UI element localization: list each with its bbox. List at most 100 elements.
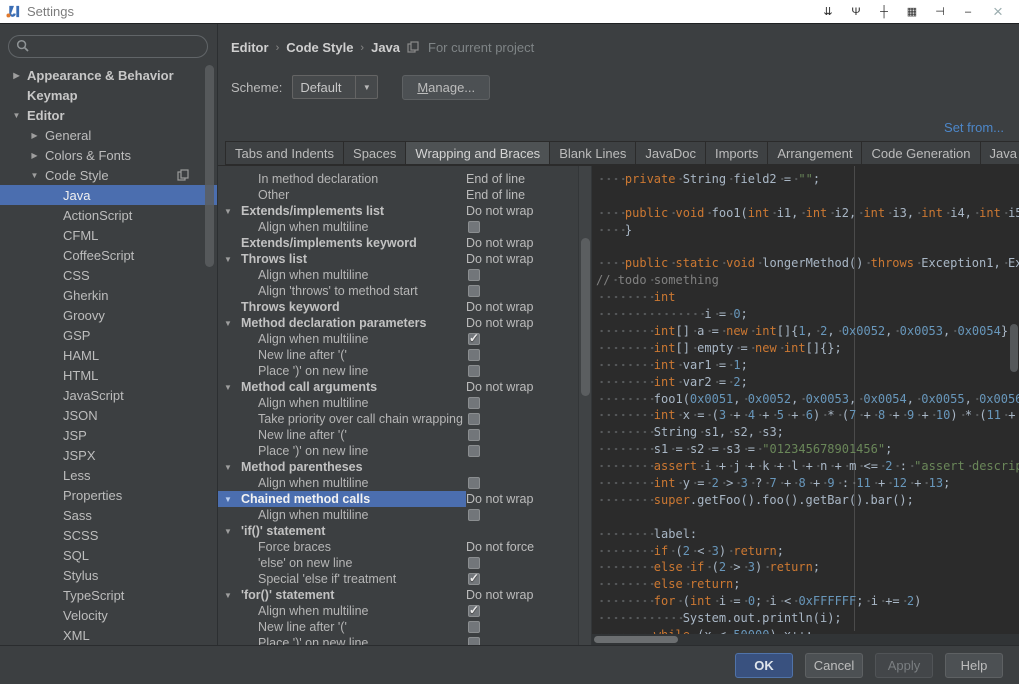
checkbox-unchecked[interactable]: ✓ <box>468 349 480 361</box>
checkbox-unchecked[interactable]: ✓ <box>468 621 480 633</box>
tree-expanded-icon[interactable]: ▼ <box>224 527 232 536</box>
sidebar-item-stylus[interactable]: Stylus <box>0 565 217 585</box>
settings-row-value[interactable]: Do not wrap <box>466 236 533 250</box>
tab-java-ee-names[interactable]: Java EE Names <box>979 141 1019 165</box>
settings-row-align-when-multiline[interactable]: Align when multiline ✓ <box>218 219 578 235</box>
help-button[interactable]: Help <box>945 652 1003 678</box>
sidebar-item-properties[interactable]: Properties <box>0 485 217 505</box>
settings-row-align-throws-to-method-start[interactable]: Align 'throws' to method start ✓ <box>218 283 578 299</box>
checkbox-checked[interactable]: ✓ <box>468 331 480 345</box>
sidebar-item-gherkin[interactable]: Gherkin <box>0 285 217 305</box>
breadcrumb-code-style[interactable]: Code Style <box>286 40 353 55</box>
scheme-dropdown[interactable]: Default ▼ <box>292 75 379 99</box>
pin-icon[interactable]: ⊣ <box>927 3 953 21</box>
settings-row-chained-method-calls[interactable]: ▼ Chained method calls Do not wrap <box>218 491 578 507</box>
settings-row-align-when-multiline[interactable]: Align when multiline ✓ <box>218 267 578 283</box>
settings-row-method-parentheses[interactable]: ▼ Method parentheses <box>218 459 578 475</box>
sidebar-item-scss[interactable]: SCSS <box>0 525 217 545</box>
copy-settings-icon[interactable] <box>177 169 189 184</box>
sidebar-item-sql[interactable]: SQL <box>0 545 217 565</box>
tree-expanded-icon[interactable]: ▼ <box>224 495 232 504</box>
sidebar-scrollbar[interactable] <box>205 65 214 267</box>
ok-button[interactable]: OK <box>735 652 793 678</box>
tree-expanded-icon[interactable]: ▼ <box>224 383 232 392</box>
settings-row-align-when-multiline[interactable]: Align when multiline ✓ <box>218 603 578 619</box>
checkbox-unchecked[interactable]: ✓ <box>468 221 480 233</box>
sidebar-item-appearance-behavior[interactable]: ▶ Appearance & Behavior <box>0 65 217 85</box>
checkbox-unchecked[interactable]: ✓ <box>468 509 480 521</box>
tab-blank-lines[interactable]: Blank Lines <box>549 141 637 165</box>
chevron-down-icon[interactable]: ▼ <box>355 76 377 98</box>
settings-row-place-on-new-line[interactable]: Place ')' on new line ✓ <box>218 635 578 645</box>
checkbox-unchecked[interactable]: ✓ <box>468 269 480 281</box>
settings-row-place-on-new-line[interactable]: Place ')' on new line ✓ <box>218 443 578 459</box>
sidebar-item-gsp[interactable]: GSP <box>0 325 217 345</box>
settings-row-throws-list[interactable]: ▼ Throws list Do not wrap <box>218 251 578 267</box>
sidebar-item-coffeescript[interactable]: CoffeeScript <box>0 245 217 265</box>
settings-row-new-line-after[interactable]: New line after '(' ✓ <box>218 619 578 635</box>
tab-tabs-and-indents[interactable]: Tabs and Indents <box>225 141 345 165</box>
tab-arrangement[interactable]: Arrangement <box>767 141 863 165</box>
settings-row-method-declaration-parameters[interactable]: ▼ Method declaration parameters Do not wra… <box>218 315 578 331</box>
tree-expanded-icon[interactable]: ▼ <box>224 463 232 472</box>
settings-row-value[interactable]: End of line <box>466 172 525 186</box>
tree-collapsed-icon[interactable]: ▶ <box>28 151 41 160</box>
settings-row-throws-keyword[interactable]: Throws keyword Do not wrap <box>218 299 578 315</box>
sidebar-item-actionscript[interactable]: ActionScript <box>0 205 217 225</box>
checkbox-unchecked[interactable]: ✓ <box>468 557 480 569</box>
tree-expanded-icon[interactable]: ▼ <box>224 255 232 264</box>
checkbox-unchecked[interactable]: ✓ <box>468 285 480 297</box>
settings-row-value[interactable]: Do not wrap <box>466 300 533 314</box>
sidebar-item-general[interactable]: ▶ General <box>0 125 217 145</box>
sidebar-item-xml[interactable]: XML <box>0 625 217 645</box>
sidebar-item-jsp[interactable]: JSP <box>0 425 217 445</box>
screenshot-icon[interactable]: ▦ <box>899 3 925 21</box>
tree-expanded-icon[interactable]: ▼ <box>10 111 23 120</box>
tab-wrapping-and-braces[interactable]: Wrapping and Braces <box>405 141 551 165</box>
settings-row-align-when-multiline[interactable]: Align when multiline ✓ <box>218 331 578 347</box>
sidebar-item-editor[interactable]: ▼ Editor <box>0 105 217 125</box>
sidebar-item-haml[interactable]: HAML <box>0 345 217 365</box>
checkbox-checked[interactable]: ✓ <box>468 603 480 617</box>
sidebar-item-javascript[interactable]: JavaScript <box>0 385 217 405</box>
settings-row-else-on-new-line[interactable]: 'else' on new line ✓ <box>218 555 578 571</box>
settings-row-value[interactable]: Do not wrap <box>466 252 533 266</box>
settings-scrollbar-thumb[interactable] <box>581 238 590 396</box>
sidebar-item-colors-fonts[interactable]: ▶ Colors & Fonts <box>0 145 217 165</box>
sidebar-item-groovy[interactable]: Groovy <box>0 305 217 325</box>
settings-row-extends-implements-keyword[interactable]: Extends/implements keyword Do not wrap <box>218 235 578 251</box>
settings-row-value[interactable]: End of line <box>466 188 525 202</box>
checkbox-unchecked[interactable]: ✓ <box>468 445 480 457</box>
tree-expanded-icon[interactable]: ▼ <box>224 591 232 600</box>
sidebar-item-css[interactable]: CSS <box>0 265 217 285</box>
preview-hscrollbar-thumb[interactable] <box>594 636 678 643</box>
settings-row-extends-implements-list[interactable]: ▼ Extends/implements list Do not wrap <box>218 203 578 219</box>
settings-row-new-line-after[interactable]: New line after '(' ✓ <box>218 347 578 363</box>
sidebar-item-velocity[interactable]: Velocity <box>0 605 217 625</box>
settings-row-in-method-declaration[interactable]: In method declaration End of line <box>218 171 578 187</box>
tree-collapsed-icon[interactable]: ▶ <box>10 71 23 80</box>
breadcrumb-editor[interactable]: Editor <box>231 40 269 55</box>
sidebar-item-less[interactable]: Less <box>0 465 217 485</box>
attach-icon[interactable]: ┼ <box>871 3 897 21</box>
preview-vscrollbar-thumb[interactable] <box>1010 324 1018 372</box>
checkbox-unchecked[interactable]: ✓ <box>468 637 480 645</box>
checkbox-unchecked[interactable]: ✓ <box>468 429 480 441</box>
settings-scrollbar-track[interactable] <box>578 166 592 645</box>
tab-javadoc[interactable]: JavaDoc <box>635 141 706 165</box>
settings-row-value[interactable]: Do not force <box>466 540 534 554</box>
settings-row-value[interactable]: Do not wrap <box>466 316 533 330</box>
sidebar-item-cfml[interactable]: CFML <box>0 225 217 245</box>
sidebar-item-typescript[interactable]: TypeScript <box>0 585 217 605</box>
settings-row-new-line-after[interactable]: New line after '(' ✓ <box>218 427 578 443</box>
settings-row-other[interactable]: Other End of line <box>218 187 578 203</box>
settings-row-align-when-multiline[interactable]: Align when multiline ✓ <box>218 395 578 411</box>
settings-row-value[interactable]: Do not wrap <box>466 588 533 602</box>
tab-imports[interactable]: Imports <box>704 141 769 165</box>
sidebar-item-jspx[interactable]: JSPX <box>0 445 217 465</box>
tab-spaces[interactable]: Spaces <box>343 141 407 165</box>
collapse-all-icon[interactable]: ⇊ <box>815 3 841 21</box>
settings-row-value[interactable]: Do not wrap <box>466 380 533 394</box>
checkbox-unchecked[interactable]: ✓ <box>468 413 480 425</box>
settings-row-take-priority-over-call-chain-wrapping[interactable]: Take priority over call chain wrapping ✓ <box>218 411 578 427</box>
